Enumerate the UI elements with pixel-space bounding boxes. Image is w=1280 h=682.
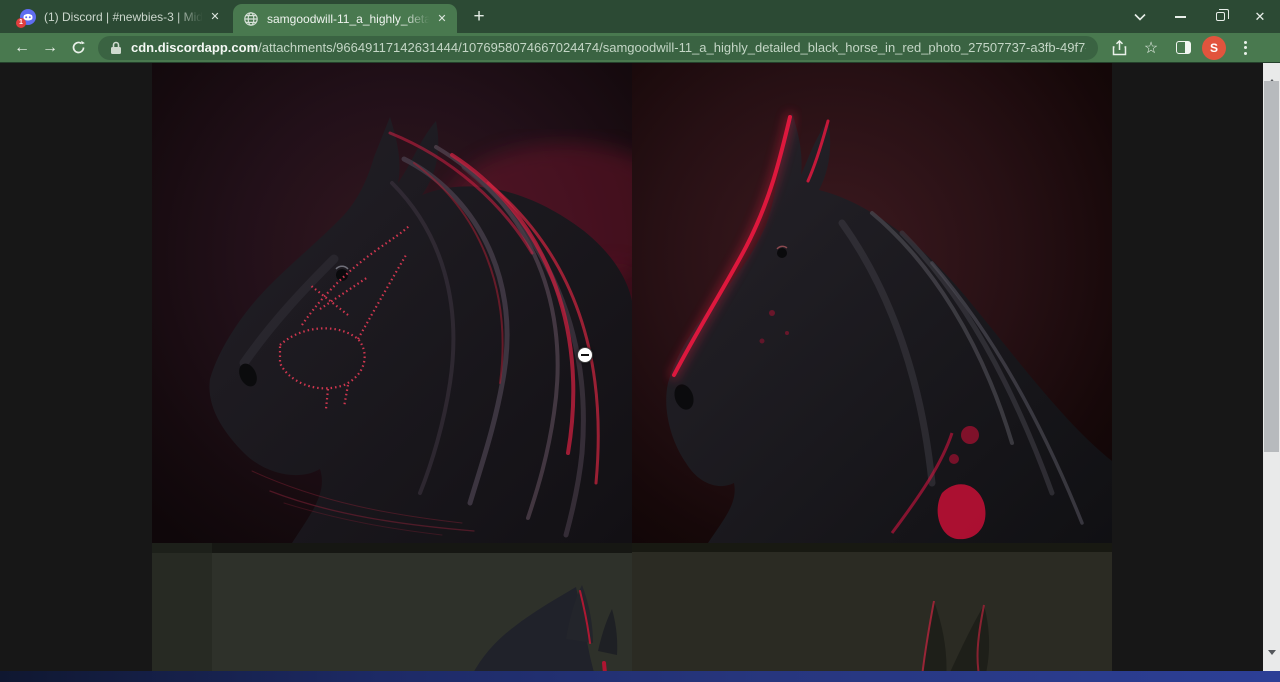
image-quadrant-top-right[interactable] — [632, 63, 1112, 543]
reload-button[interactable] — [64, 35, 92, 61]
browser-window: 1 (1) Discord | #newbies-3 | Midjou ✕ sa… — [0, 0, 1280, 682]
globe-icon — [243, 11, 259, 27]
kebab-menu-icon — [1244, 41, 1247, 55]
url-domain: cdn.discordapp.com — [131, 40, 258, 55]
close-tab-icon[interactable]: ✕ — [433, 10, 451, 28]
taskbar-strip — [0, 671, 1280, 682]
scroll-up-button[interactable] — [1263, 63, 1280, 80]
url-path: /attachments/96649117142631444/107695807… — [258, 40, 1086, 55]
image-quadrant-bottom-right[interactable] — [632, 543, 1112, 682]
new-tab-button[interactable]: + — [466, 5, 492, 29]
scroll-down-icon — [1268, 650, 1276, 670]
forward-button[interactable]: → — [36, 35, 64, 61]
restore-button[interactable] — [1200, 0, 1240, 33]
minimize-button[interactable] — [1160, 0, 1200, 33]
menu-button[interactable] — [1232, 35, 1258, 61]
discord-favicon-icon: 1 — [20, 9, 36, 25]
tab-search-button[interactable] — [1120, 0, 1160, 33]
image-quadrant-top-left[interactable] — [152, 63, 632, 543]
back-button[interactable]: ← — [8, 35, 36, 61]
profile-avatar[interactable]: S — [1202, 36, 1226, 60]
tab-title: (1) Discord | #newbies-3 | Midjou — [44, 10, 206, 24]
lock-icon — [110, 41, 122, 55]
close-tab-icon[interactable]: ✕ — [206, 8, 224, 26]
tab-strip: 1 (1) Discord | #newbies-3 | Midjou ✕ sa… — [0, 0, 1280, 33]
share-button[interactable] — [1106, 35, 1132, 61]
horse-image-grid[interactable] — [152, 63, 1112, 682]
bookmark-button[interactable]: ☆ — [1138, 35, 1164, 61]
close-window-button[interactable]: ✕ — [1240, 0, 1280, 33]
window-controls: ✕ — [1120, 0, 1280, 33]
zoom-out-cursor-icon — [577, 347, 593, 363]
minimize-icon — [1175, 16, 1186, 18]
url-text: cdn.discordapp.com/attachments/966491171… — [131, 40, 1086, 55]
chevron-down-icon — [1134, 13, 1146, 21]
tab-image-viewer[interactable]: samgoodwill-11_a_highly_detaile ✕ — [233, 4, 457, 33]
vertical-scrollbar[interactable] — [1263, 63, 1280, 671]
tab-discord[interactable]: 1 (1) Discord | #newbies-3 | Midjou ✕ — [8, 0, 230, 33]
browser-toolbar: ← → cdn.discordapp.com/attachments/96649… — [0, 33, 1280, 63]
scroll-down-button[interactable] — [1263, 654, 1280, 671]
toolbar-actions: ☆ S — [1106, 35, 1258, 61]
share-icon — [1112, 40, 1127, 56]
notification-badge: 1 — [16, 18, 26, 28]
reload-icon — [71, 40, 86, 55]
side-panel-icon — [1176, 41, 1191, 54]
address-bar[interactable]: cdn.discordapp.com/attachments/966491171… — [98, 36, 1098, 60]
scrollbar-thumb[interactable] — [1264, 81, 1279, 452]
restore-icon — [1216, 12, 1225, 21]
tab-title: samgoodwill-11_a_highly_detaile — [267, 12, 433, 26]
image-quadrant-bottom-left[interactable] — [152, 543, 632, 682]
side-panel-button[interactable] — [1170, 35, 1196, 61]
page-content — [0, 63, 1280, 682]
